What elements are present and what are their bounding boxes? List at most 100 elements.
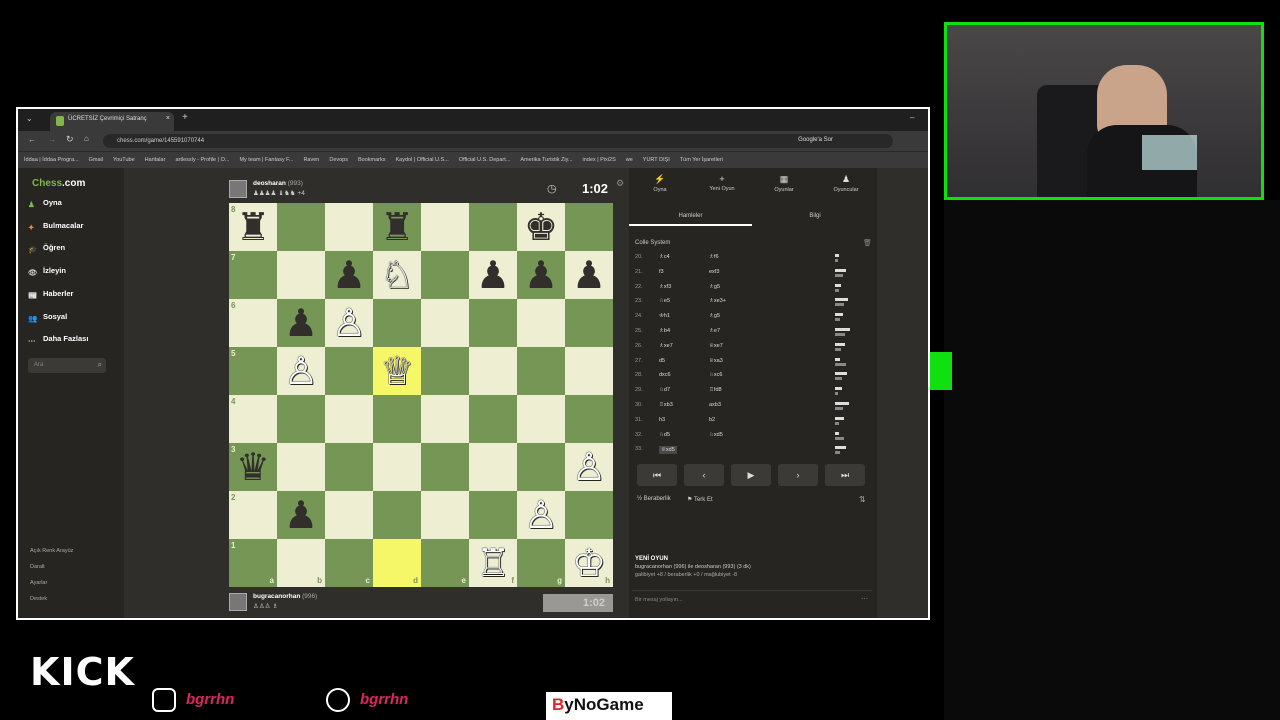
move-black[interactable]: ♗e7 xyxy=(709,328,720,334)
square-e3[interactable] xyxy=(421,443,469,491)
move-black[interactable]: ♕xa3 xyxy=(709,358,723,364)
bookmark-item[interactable]: My team | Fantasy F... xyxy=(239,157,293,163)
square-e7[interactable] xyxy=(421,251,469,299)
bookmark-item[interactable]: Official U.S. Depart... xyxy=(459,157,511,163)
move-white[interactable]: ♔h1 xyxy=(659,313,670,319)
piece-g7[interactable]: ♟ xyxy=(517,251,565,299)
first-move-button[interactable]: ⏮ xyxy=(637,464,677,486)
piece-g8[interactable]: ♚ xyxy=(517,203,565,251)
url-field[interactable]: chess.com/game/145591070744 Google'a Sor xyxy=(103,134,893,148)
piece-d8[interactable]: ♜ xyxy=(373,203,421,251)
square-b3[interactable] xyxy=(277,443,325,491)
square-c5[interactable] xyxy=(325,347,373,395)
square-h4[interactable] xyxy=(565,395,613,443)
square-g5[interactable] xyxy=(517,347,565,395)
square-f6[interactable] xyxy=(469,299,517,347)
sidebar-item-0[interactable]: ♟ Oyna xyxy=(28,198,62,209)
bookmark-item[interactable]: İddaa | İddaa Progra... xyxy=(24,157,79,163)
move-white[interactable]: d5 xyxy=(659,358,665,364)
tab-moves[interactable]: Hamleler xyxy=(629,213,752,219)
square-c4[interactable] xyxy=(325,395,373,443)
bookmark-item[interactable]: Haritalar xyxy=(145,157,166,163)
chat-input[interactable]: Bir mesaj yollayın... ⋯ xyxy=(632,590,872,606)
move-white[interactable]: h3 xyxy=(659,417,665,423)
square-a5[interactable]: 5 xyxy=(229,347,277,395)
move-black[interactable]: axb3 xyxy=(709,402,721,408)
move-white[interactable]: ♗c4 xyxy=(659,254,670,260)
sidebar-item-4[interactable]: 📰 Haberler xyxy=(28,289,73,300)
square-d3[interactable] xyxy=(373,443,421,491)
move-white[interactable]: f3 xyxy=(659,269,664,275)
flip-board-icon[interactable]: ⇅ xyxy=(859,495,866,504)
bookmark-item[interactable]: index | Pixi2S xyxy=(583,157,616,163)
square-g3[interactable] xyxy=(517,443,565,491)
piece-b5[interactable]: ♙ xyxy=(277,347,325,395)
bookmark-item[interactable]: Amerika Turistik Ziy... xyxy=(520,157,572,163)
square-e1[interactable]: e xyxy=(421,539,469,587)
bookmark-item[interactable]: YouTube xyxy=(113,157,135,163)
move-black[interactable]: ♖fd8 xyxy=(709,387,722,393)
bookmark-item[interactable]: Kaydol | Official U.S... xyxy=(396,157,449,163)
square-b8[interactable] xyxy=(277,203,325,251)
minimize-icon[interactable]: – xyxy=(910,113,914,122)
piece-d5[interactable]: ♕ xyxy=(373,347,421,395)
bookmark-item[interactable]: Tüm Yer İşaretleri xyxy=(680,157,723,163)
sidebar-item-2[interactable]: 🎓 Öğren xyxy=(28,243,65,254)
sidebar-item-3[interactable]: 👁 İzleyin xyxy=(28,266,66,277)
tab-info[interactable]: Bilgi xyxy=(753,213,877,219)
square-c8[interactable] xyxy=(325,203,373,251)
piece-c7[interactable]: ♟ xyxy=(325,251,373,299)
square-f5[interactable] xyxy=(469,347,517,395)
sidebar-item-1[interactable]: ✦ Bulmacalar xyxy=(28,221,83,232)
next-move-button[interactable]: › xyxy=(778,464,818,486)
square-a2[interactable]: 2 xyxy=(229,491,277,539)
square-f2[interactable] xyxy=(469,491,517,539)
square-d1[interactable]: d xyxy=(373,539,421,587)
bookmark-item[interactable]: Devops xyxy=(329,157,348,163)
board-settings-icon[interactable]: ⚙ xyxy=(616,178,624,189)
piece-h7[interactable]: ♟ xyxy=(565,251,613,299)
tab-list-icon[interactable]: ⌄ xyxy=(26,114,33,123)
square-f4[interactable] xyxy=(469,395,517,443)
square-d4[interactable] xyxy=(373,395,421,443)
move-black[interactable]: exf3 xyxy=(709,269,719,275)
square-a4[interactable]: 4 xyxy=(229,395,277,443)
move-white[interactable]: ♖xb3 xyxy=(659,402,673,408)
square-e6[interactable] xyxy=(421,299,469,347)
move-white[interactable]: dxc6 xyxy=(659,372,671,378)
square-b4[interactable] xyxy=(277,395,325,443)
draw-button[interactable]: ½ Beraberlik xyxy=(637,496,671,502)
panel-tab-2[interactable]: ▦ Oyunlar xyxy=(753,174,815,193)
move-black[interactable]: ♗xe3+ xyxy=(709,298,726,304)
close-tab-icon[interactable]: × xyxy=(166,115,170,122)
resign-button[interactable]: ⚑ Terk Et xyxy=(687,496,713,503)
square-e5[interactable] xyxy=(421,347,469,395)
square-g1[interactable]: g xyxy=(517,539,565,587)
piece-d7[interactable]: ♘ xyxy=(373,251,421,299)
reload-icon[interactable]: ↻ xyxy=(66,134,74,145)
sidebar-bottom-item[interactable]: Ayarlar xyxy=(30,580,47,586)
sidebar-item-5[interactable]: 👥 Sosyal xyxy=(28,312,67,323)
square-f8[interactable] xyxy=(469,203,517,251)
opponent-avatar[interactable] xyxy=(229,180,247,198)
bookmark-item[interactable]: YURT DIŞI xyxy=(643,157,670,163)
chess-board[interactable]: 8 7 6 5 4 3 2 1 a b c d e f g h ♜ ♜ ♚ ♟ ♘ ♟ ♟ ♟ ♟ ♙ ♙ ♕ ♛ ♙ ♟ ♙ ♖ ♔ xyxy=(229,203,613,587)
bookmark-item[interactable]: Bookmarks xyxy=(358,157,386,163)
move-black[interactable]: ♗g5 xyxy=(709,313,720,319)
panel-tab-3[interactable]: ♟ Oyuncular xyxy=(815,174,877,193)
square-a6[interactable]: 6 xyxy=(229,299,277,347)
piece-f7[interactable]: ♟ xyxy=(469,251,517,299)
piece-b6[interactable]: ♟ xyxy=(277,299,325,347)
square-h6[interactable] xyxy=(565,299,613,347)
panel-tab-0[interactable]: ⚡ Oyna xyxy=(629,174,691,193)
square-e2[interactable] xyxy=(421,491,469,539)
square-f3[interactable] xyxy=(469,443,517,491)
move-black[interactable]: ♘xc6 xyxy=(709,372,723,378)
move-black[interactable]: ♗f6 xyxy=(709,254,719,260)
square-g6[interactable] xyxy=(517,299,565,347)
move-white[interactable]: ♗b4 xyxy=(659,328,670,334)
piece-b2[interactable]: ♟ xyxy=(277,491,325,539)
prev-move-button[interactable]: ‹ xyxy=(684,464,724,486)
forward-icon[interactable]: → xyxy=(48,135,56,144)
back-icon[interactable]: ← xyxy=(28,135,36,144)
